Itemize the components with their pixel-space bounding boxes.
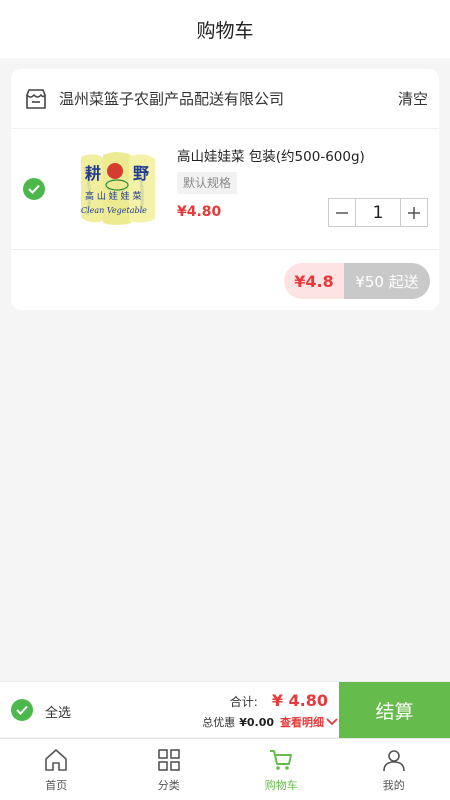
home-icon [45, 749, 68, 771]
cabbage-package-icon[interactable]: 耕 野 高 山 娃 娃 菜 Clean Vegetable [75, 147, 159, 229]
bottom-tab-bar: 首页 分类 购物车 我的 [0, 738, 450, 800]
discount-value: ¥0.00 [239, 715, 274, 729]
svg-text:Clean Vegetable: Clean Vegetable [81, 206, 147, 215]
tab-category[interactable]: 分类 [113, 739, 226, 800]
tab-category-label: 分类 [157, 779, 180, 792]
checkmark-icon [28, 184, 40, 194]
svg-text:野: 野 [133, 164, 149, 183]
total-line: 合计: ¥ 4.80 [230, 691, 328, 710]
user-icon [382, 750, 405, 772]
total-label: 合计: [229, 695, 258, 709]
view-details-label: 查看明细 [280, 716, 324, 729]
tab-home[interactable]: 首页 [0, 739, 113, 800]
store-icon [26, 89, 46, 109]
discount-label: 总优惠 [202, 716, 236, 729]
plus-icon [408, 206, 420, 219]
tab-cart[interactable]: 购物车 [225, 739, 338, 800]
total-value: ¥ 4.80 [271, 691, 328, 710]
shop-name[interactable]: 温州菜篮子农副产品配送有限公司 [59, 88, 284, 109]
shop-total-amount: ¥4.8 [284, 263, 344, 299]
app-header: 购物车 [0, 0, 450, 58]
tab-profile-label: 我的 [382, 779, 405, 792]
checkout-button[interactable]: 结算 [339, 682, 450, 738]
item-name[interactable]: 高山娃娃菜 包装(约500-600g) [177, 145, 365, 165]
select-all-label[interactable]: 全选 [45, 702, 71, 721]
page-title: 购物车 [196, 19, 254, 42]
increase-button[interactable] [401, 199, 427, 226]
checkmark-icon [16, 705, 28, 715]
item-price: ¥4.80 [177, 204, 222, 220]
quantity-value[interactable]: 1 [355, 199, 401, 226]
decrease-button[interactable] [329, 199, 355, 226]
minimum-order-button[interactable]: ¥50 起送 [344, 263, 430, 299]
shop-cart-card: 温州菜篮子农副产品配送有限公司 清空 耕 野 高 山 娃 娃 菜 Clean V… [11, 69, 439, 310]
grid-icon [157, 749, 180, 771]
item-spec-tag: 默认规格 [177, 172, 238, 194]
svg-text:高 山 娃 娃 菜: 高 山 娃 娃 菜 [85, 190, 141, 202]
quantity-stepper: 1 [328, 198, 428, 227]
item-checkbox[interactable] [23, 178, 45, 200]
clear-cart-button[interactable]: 清空 [398, 88, 428, 109]
cart-item-row: 耕 野 高 山 娃 娃 菜 Clean Vegetable 高山娃娃菜 包装(约… [11, 129, 439, 250]
select-all-checkbox[interactable] [11, 699, 33, 721]
shop-row: 温州菜篮子农副产品配送有限公司 清空 [11, 69, 439, 129]
discount-line: 总优惠 ¥0.00 查看明细 [202, 714, 338, 730]
tab-home-label: 首页 [45, 779, 68, 792]
cart-icon [270, 750, 293, 770]
checkout-bar: 全选 合计: ¥ 4.80 总优惠 ¥0.00 查看明细 结算 [0, 681, 450, 738]
minus-icon [336, 211, 348, 214]
shop-total-pill: ¥4.8 ¥50 起送 [284, 263, 430, 299]
svg-text:耕: 耕 [85, 164, 101, 183]
chevron-down-icon [326, 718, 338, 726]
tab-profile[interactable]: 我的 [338, 739, 450, 800]
tab-cart-label: 购物车 [264, 779, 298, 792]
view-details-link[interactable]: 查看明细 [280, 714, 338, 730]
